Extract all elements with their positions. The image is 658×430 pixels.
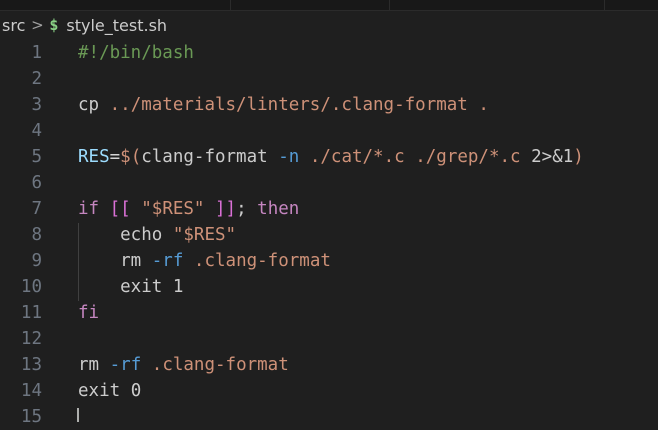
code-text: exit 0	[78, 378, 141, 404]
code-token: 2>&1	[531, 147, 574, 167]
code-token: -n	[278, 147, 300, 167]
code-line[interactable]: 14 exit 0	[0, 378, 658, 404]
code-token: exit	[78, 277, 163, 297]
code-token: cp	[78, 95, 100, 115]
breadcrumb-folder-src[interactable]: src	[2, 16, 25, 35]
code-line[interactable]: 2	[0, 66, 658, 92]
code-token: #!/bin/bash	[78, 43, 194, 63]
line-number: 3	[31, 95, 42, 115]
code-line[interactable]: 5 RES=$(clang-format -n ./cat/*.c ./grep/…	[0, 144, 658, 170]
tab-divider	[389, 0, 390, 10]
code-token: [[	[109, 199, 131, 219]
code-token: ./grep/*.c	[415, 147, 521, 167]
code-text: echo "$RES"	[78, 222, 236, 248]
code-token: if	[78, 199, 100, 219]
code-token: rm	[78, 355, 100, 375]
code-text: rm -rf .clang-format	[78, 248, 331, 274]
code-text: cp ../materials/linters/.clang-format .	[78, 92, 489, 118]
code-token: "$RES"	[141, 199, 205, 219]
line-number: 2	[31, 69, 42, 89]
line-number: 5	[31, 147, 42, 167]
code-token: 1	[172, 277, 184, 297]
code-line[interactable]: 7 if [[ "$RES" ]]; then	[0, 196, 658, 222]
code-line[interactable]: 12	[0, 326, 658, 352]
code-token: ../materials/linters/.clang-format	[109, 95, 468, 115]
line-number: 9	[31, 251, 42, 271]
code-token: "$RES"	[172, 225, 237, 245]
code-token: ]]	[215, 199, 237, 219]
code-line[interactable]: 13 rm -rf .clang-format	[0, 352, 658, 378]
code-token: .clang-format	[193, 251, 331, 271]
code-token: then	[257, 199, 300, 219]
line-number: 11	[20, 303, 42, 323]
code-token: $(	[120, 147, 142, 167]
code-token: .	[478, 95, 489, 115]
line-number: 4	[31, 121, 42, 141]
code-editor[interactable]: 1 #!/bin/bash 2 3 cp ../materials/linters/.c…	[0, 39, 658, 427]
tab-divider	[604, 0, 605, 10]
code-line[interactable]: 4	[0, 118, 658, 144]
code-text: RES=$(clang-format -n ./cat/*.c ./grep/*…	[78, 144, 584, 170]
code-token: clang-format	[141, 147, 268, 167]
code-line[interactable]: 15	[0, 404, 658, 430]
code-line[interactable]: 6	[0, 170, 658, 196]
code-token: fi	[78, 303, 100, 323]
code-token: 0	[130, 381, 142, 401]
breadcrumb-file[interactable]: style_test.sh	[66, 16, 167, 35]
code-token: rm	[78, 251, 142, 271]
line-number: 13	[20, 355, 42, 375]
code-token: echo	[78, 225, 163, 245]
code-line[interactable]: 3 cp ../materials/linters/.clang-format .	[0, 92, 658, 118]
code-token: .clang-format	[151, 355, 289, 375]
line-number: 8	[31, 225, 42, 245]
code-token: ;	[236, 199, 258, 219]
line-number: 10	[20, 277, 42, 297]
editor-tab-bar	[0, 0, 658, 11]
breadcrumb: src > $ style_test.sh	[0, 11, 658, 39]
code-token: -rf	[151, 251, 184, 271]
code-text: rm -rf .clang-format	[78, 352, 289, 378]
code-line[interactable]: 11 fi	[0, 300, 658, 326]
line-number: 1	[31, 43, 42, 63]
code-token: RES	[78, 147, 110, 167]
chevron-right-icon: >	[31, 16, 44, 34]
code-text: if [[ "$RES" ]]; then	[78, 196, 299, 222]
shell-script-icon: $	[49, 16, 59, 34]
code-text: #!/bin/bash	[78, 40, 194, 66]
code-line[interactable]: 9 rm -rf .clang-format	[0, 248, 658, 274]
line-number: 15	[20, 407, 42, 427]
code-line[interactable]: 8 echo "$RES"	[0, 222, 658, 248]
code-line[interactable]: 1 #!/bin/bash	[0, 40, 658, 66]
line-number: 14	[20, 381, 42, 401]
code-token: -rf	[109, 355, 142, 375]
code-token: )	[573, 147, 584, 167]
code-token: ./cat/*.c	[309, 147, 405, 167]
line-number: 12	[20, 329, 42, 349]
code-token: =	[109, 147, 121, 167]
code-line[interactable]: 10 exit 1	[0, 274, 658, 300]
line-number: 7	[31, 199, 42, 219]
code-text: fi	[78, 300, 99, 326]
line-number: 6	[31, 173, 42, 193]
code-text: exit 1	[78, 274, 183, 300]
code-token: exit	[78, 381, 121, 401]
tab-divider	[230, 0, 231, 10]
